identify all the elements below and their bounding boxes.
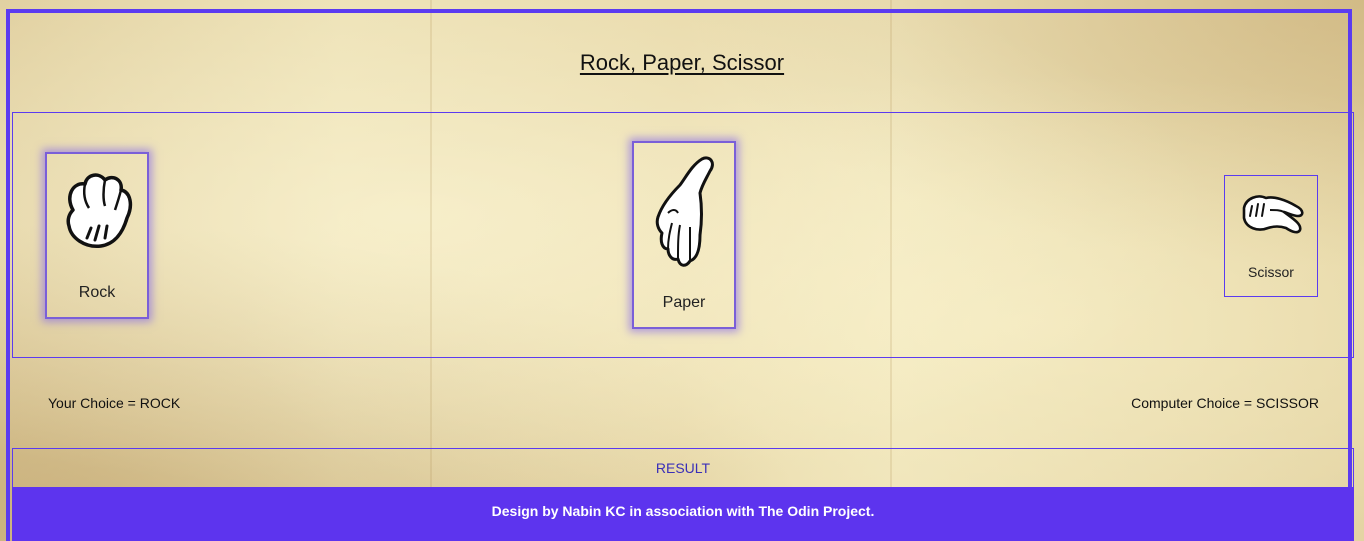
your-choice-text: Your Choice = ROCK: [48, 395, 181, 411]
result-box: RESULT: [12, 448, 1354, 488]
rock-label: Rock: [78, 284, 116, 301]
scissor-choice-button[interactable]: Scissor: [1224, 175, 1318, 297]
rock-hand-icon: [47, 166, 147, 256]
choices-panel: Rock Paper Scissor: [12, 112, 1354, 358]
footer-credit: Design by Nabin KC in association with T…: [491, 503, 875, 519]
paper-hand-icon: [634, 155, 734, 275]
paper-label: Paper: [662, 294, 706, 311]
page-title: Rock, Paper, Scissor: [579, 50, 785, 75]
paper-choice-button[interactable]: Paper: [632, 141, 736, 329]
scissor-label: Scissor: [1248, 264, 1294, 280]
footer: Design by Nabin KC in association with T…: [12, 487, 1354, 541]
rock-choice-button[interactable]: Rock: [45, 152, 149, 319]
scissor-hand-icon: [1225, 186, 1317, 242]
result-text: RESULT: [655, 460, 711, 476]
computer-choice-text: Computer Choice = SCISSOR: [1131, 395, 1319, 411]
